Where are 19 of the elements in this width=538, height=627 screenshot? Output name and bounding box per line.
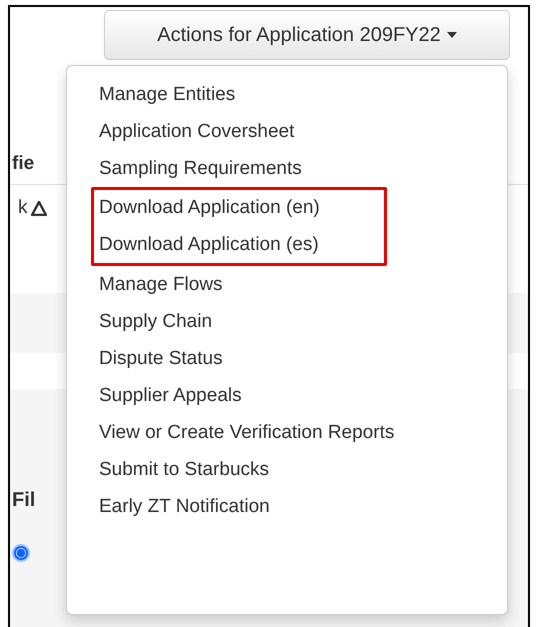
warning-icon — [30, 200, 46, 216]
menu-item[interactable]: Dispute Status — [67, 340, 507, 377]
menu-item[interactable]: Submit to Starbucks — [67, 451, 507, 488]
menu-item[interactable]: Manage Flows — [67, 266, 507, 303]
menu-item[interactable]: Download Application (es) — [94, 226, 384, 263]
caret-icon — [446, 32, 457, 38]
radio-button[interactable] — [14, 546, 28, 560]
section-heading: fie — [12, 153, 34, 174]
row-text: k — [18, 197, 28, 219]
menu-item[interactable]: Application Coversheet — [67, 113, 507, 150]
section-heading: Fil — [12, 489, 36, 512]
menu-item[interactable]: Early ZT Notification — [67, 488, 507, 525]
menu-item[interactable]: Supply Chain — [67, 303, 507, 340]
actions-dropdown-button[interactable]: Actions for Application 209FY22 — [104, 10, 510, 60]
menu-item[interactable]: Sampling Requirements — [67, 150, 507, 187]
menu-item[interactable]: Manage Entities — [67, 76, 507, 113]
menu-item[interactable]: Download Application (en) — [94, 190, 384, 226]
menu-item[interactable]: Supplier Appeals — [67, 377, 507, 414]
menu-item[interactable]: View or Create Verification Reports — [67, 414, 507, 451]
